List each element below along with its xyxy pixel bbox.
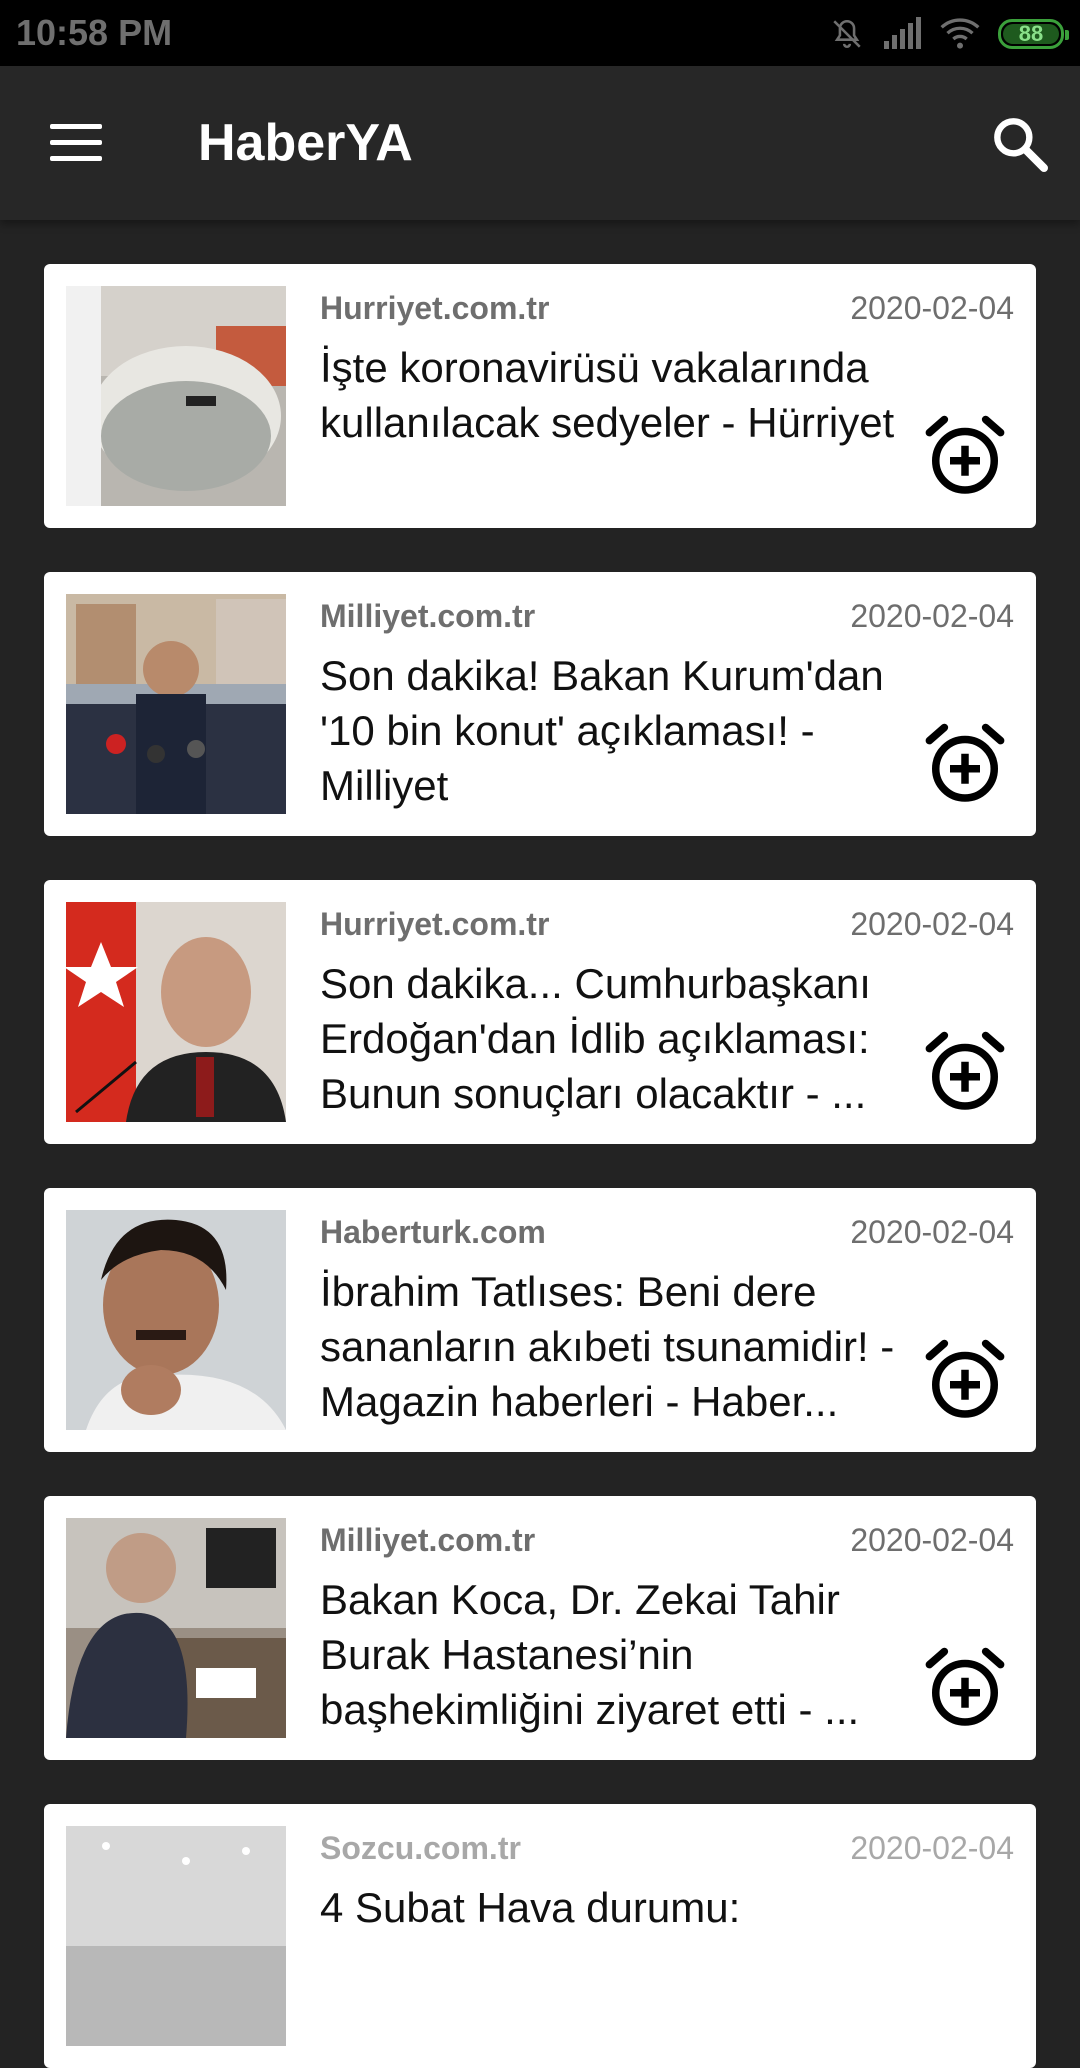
news-title: Bakan Koca, Dr. Zekai Tahir Burak Hastan… (320, 1576, 860, 1733)
news-date: 2020-02-04 (850, 1214, 1014, 1250)
news-source: Hurriyet.com.tr (320, 906, 550, 942)
news-title: Son dakika... Cumhurbaşkanı Erdoğan'dan … (320, 960, 871, 1117)
news-title: Son dakika! Bakan Kurum'dan '10 bin konu… (320, 652, 884, 809)
news-source: Haberturk.com (320, 1214, 546, 1250)
news-thumbnail (66, 1210, 286, 1430)
news-card[interactable]: Hurriyet.com.tr 2020-02-04 Son dakika...… (44, 880, 1036, 1144)
search-icon[interactable] (988, 112, 1052, 176)
app-bar: HaberYA (0, 66, 1080, 220)
bell-off-icon (833, 19, 861, 48)
alarm-add-icon[interactable] (920, 1028, 1010, 1118)
news-card[interactable]: Sozcu.com.tr 2020-02-04 4 Subat Hava dur… (44, 1804, 1036, 2068)
news-thumbnail (66, 594, 286, 814)
news-title: İbrahim Tatlıses: Beni dere sananların a… (320, 1268, 895, 1425)
news-date: 2020-02-04 (850, 906, 1014, 942)
news-thumbnail (66, 1518, 286, 1738)
alarm-add-icon[interactable] (920, 1644, 1010, 1734)
app-title: HaberYA (198, 114, 413, 172)
alarm-add-icon[interactable] (920, 412, 1010, 502)
battery-icon: 88 (998, 19, 1069, 49)
news-card[interactable]: Milliyet.com.tr 2020-02-04 Son dakika! B… (44, 572, 1036, 836)
alarm-add-icon[interactable] (920, 720, 1010, 810)
news-thumbnail (66, 902, 286, 1122)
news-thumbnail (66, 286, 286, 506)
news-date: 2020-02-04 (850, 1522, 1014, 1558)
alarm-add-icon[interactable] (920, 1336, 1010, 1426)
news-date: 2020-02-04 (850, 1830, 1014, 1866)
news-title: İşte koronavirüsü vakalarında kullanılac… (320, 344, 895, 446)
signal-icon (884, 17, 921, 49)
news-thumbnail (66, 1826, 286, 2046)
news-date: 2020-02-04 (850, 598, 1014, 634)
news-source: Sozcu.com.tr (320, 1830, 521, 1866)
status-bar: 10:58 PM 88 (0, 0, 1080, 66)
news-source: Milliyet.com.tr (320, 1522, 536, 1558)
news-card[interactable]: Hurriyet.com.tr 2020-02-04 İşte koronavi… (44, 264, 1036, 528)
hamburger-menu-icon[interactable] (40, 116, 114, 170)
news-card[interactable]: Haberturk.com 2020-02-04 İbrahim Tatlıse… (44, 1188, 1036, 1452)
status-time: 10:58 PM (16, 12, 173, 53)
news-source: Milliyet.com.tr (320, 598, 536, 634)
news-title: 4 Subat Hava durumu: (320, 1884, 741, 1931)
status-icons: 88 (830, 14, 1069, 54)
news-card[interactable]: Milliyet.com.tr 2020-02-04 Bakan Koca, D… (44, 1496, 1036, 1760)
news-source: Hurriyet.com.tr (320, 290, 550, 326)
battery-level: 88 (1018, 21, 1044, 46)
news-date: 2020-02-04 (850, 290, 1014, 326)
wifi-icon (940, 18, 980, 49)
